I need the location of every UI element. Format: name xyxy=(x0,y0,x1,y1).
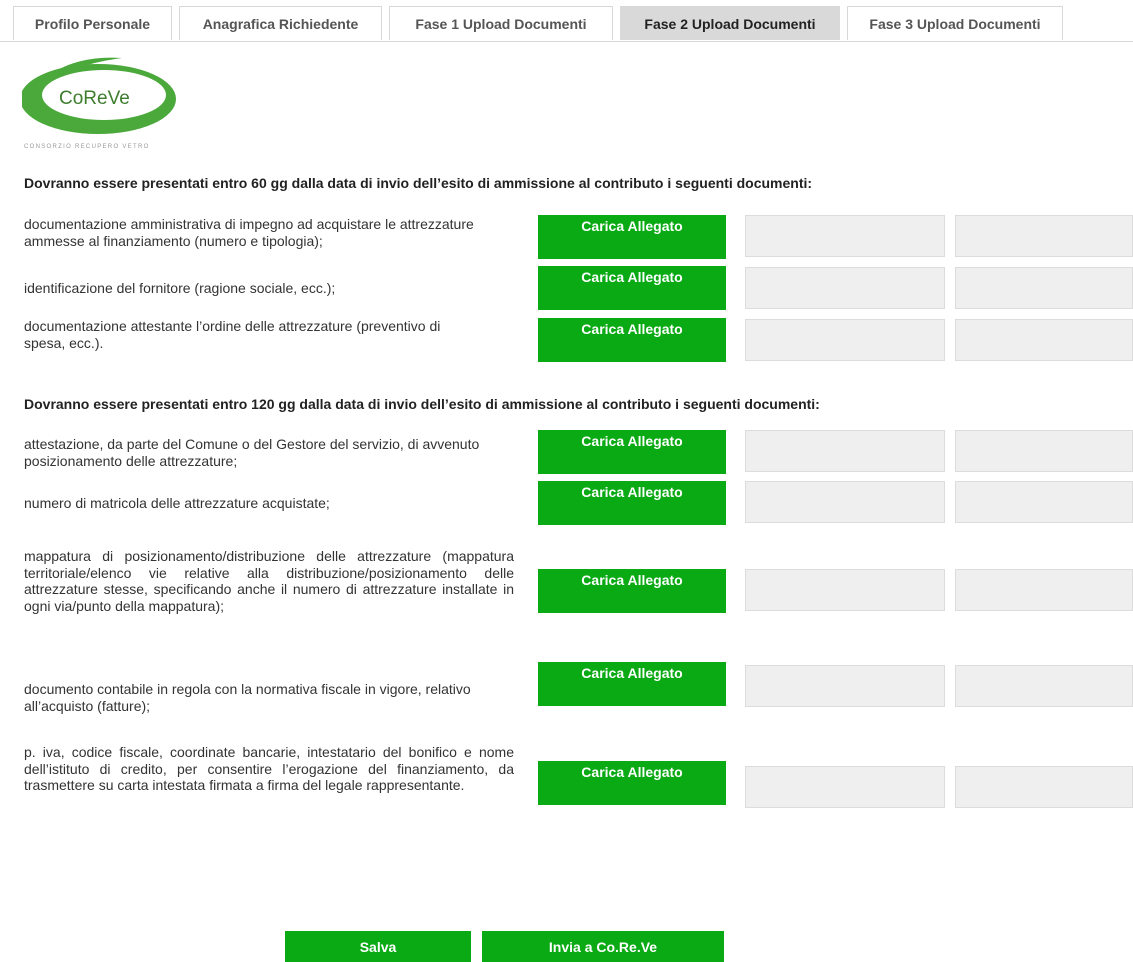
section-60gg-heading: Dovranno essere presentati entro 60 gg d… xyxy=(24,175,813,191)
doc-label-documento-contabile: documento contabile in regola con la nor… xyxy=(24,681,471,714)
upload-button-fornitore[interactable]: Carica Allegato xyxy=(538,266,726,310)
doc-label-coordinate-bancarie: p. iva, codice fiscale, coordinate banca… xyxy=(24,744,514,793)
doc-label-attestazione: attestazione, da parte del Comune o del … xyxy=(24,436,480,469)
file-name-field xyxy=(745,665,945,707)
upload-button-attestazione[interactable]: Carica Allegato xyxy=(538,430,726,474)
upload-button-mappatura[interactable]: Carica Allegato xyxy=(538,569,726,613)
tab-fase-2-upload[interactable]: Fase 2 Upload Documenti xyxy=(620,6,840,40)
file-status-field xyxy=(955,766,1133,808)
file-name-field xyxy=(745,430,945,472)
doc-label-fornitore: identificazione del fornitore (ragione s… xyxy=(24,280,336,296)
tab-bar: Profilo Personale Anagrafica Richiedente… xyxy=(0,0,1133,42)
upload-button-documento-contabile[interactable]: Carica Allegato xyxy=(538,662,726,706)
doc-label-matricola: numero di matricola delle attrezzature a… xyxy=(24,495,330,511)
tab-fase-3-upload[interactable]: Fase 3 Upload Documenti xyxy=(847,6,1063,40)
coreve-logo: CoReVe CONSORZIO RECUPERO VETRO xyxy=(20,54,182,154)
logo-text: CoReVe xyxy=(59,88,130,109)
file-status-field xyxy=(955,319,1133,361)
tab-anagrafica-richiedente[interactable]: Anagrafica Richiedente xyxy=(179,6,382,40)
upload-button-matricola[interactable]: Carica Allegato xyxy=(538,481,726,525)
file-status-field xyxy=(955,569,1133,611)
file-status-field xyxy=(955,215,1133,257)
file-name-field xyxy=(745,766,945,808)
tab-fase-1-upload[interactable]: Fase 1 Upload Documenti xyxy=(389,6,613,40)
upload-button-coordinate-bancarie[interactable]: Carica Allegato xyxy=(538,761,726,805)
file-status-field xyxy=(955,430,1133,472)
send-to-coreve-button[interactable]: Invia a Co.Re.Ve xyxy=(482,931,724,962)
file-status-field xyxy=(955,665,1133,707)
doc-label-ordine: documentazione attestante l’ordine delle… xyxy=(24,318,441,351)
file-status-field xyxy=(955,481,1133,523)
save-button[interactable]: Salva xyxy=(285,931,471,962)
tab-profilo-personale[interactable]: Profilo Personale xyxy=(13,6,172,40)
file-status-field xyxy=(955,267,1133,309)
doc-label-mappatura: mappatura di posizionamento/distribuzion… xyxy=(24,548,514,614)
file-name-field xyxy=(745,481,945,523)
file-name-field xyxy=(745,569,945,611)
upload-button-impegno[interactable]: Carica Allegato xyxy=(538,215,726,259)
section-120gg-heading: Dovranno essere presentati entro 120 gg … xyxy=(24,396,820,412)
upload-button-ordine[interactable]: Carica Allegato xyxy=(538,318,726,362)
file-name-field xyxy=(745,319,945,361)
doc-label-impegno: documentazione amministrativa di impegno… xyxy=(24,216,474,249)
logo-subtitle: CONSORZIO RECUPERO VETRO xyxy=(24,144,150,150)
file-name-field xyxy=(745,267,945,309)
file-name-field xyxy=(745,215,945,257)
